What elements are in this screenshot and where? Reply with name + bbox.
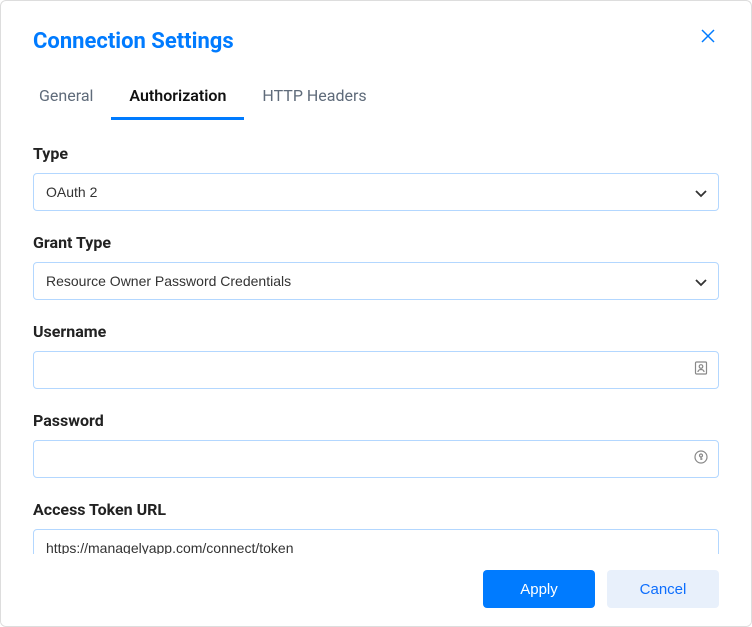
dialog-footer: Apply Cancel <box>1 554 751 626</box>
close-button[interactable] <box>697 25 719 51</box>
dialog-title: Connection Settings <box>33 29 234 54</box>
password-input[interactable] <box>33 440 719 478</box>
field-password: Password <box>33 411 719 478</box>
tab-http-headers[interactable]: HTTP Headers <box>244 76 384 120</box>
field-grant-type: Grant Type Resource Owner Password Crede… <box>33 233 719 300</box>
close-icon <box>701 29 715 43</box>
password-label: Password <box>33 411 719 430</box>
username-input-wrapper <box>33 351 719 389</box>
cancel-button[interactable]: Cancel <box>607 570 719 608</box>
dialog-header: Connection Settings <box>1 1 751 54</box>
tab-general[interactable]: General <box>33 76 111 120</box>
apply-button[interactable]: Apply <box>483 570 595 608</box>
grant-type-label: Grant Type <box>33 233 719 252</box>
grant-type-select-wrapper: Resource Owner Password Credentials <box>33 262 719 300</box>
dialog-content: Type OAuth 2 Grant Type Resource Owner P… <box>1 120 751 577</box>
username-label: Username <box>33 322 719 341</box>
grant-type-select[interactable]: Resource Owner Password Credentials <box>33 262 719 300</box>
username-input[interactable] <box>33 351 719 389</box>
field-type: Type OAuth 2 <box>33 144 719 211</box>
type-select[interactable]: OAuth 2 <box>33 173 719 211</box>
field-username: Username <box>33 322 719 389</box>
tabs: General Authorization HTTP Headers <box>1 54 751 120</box>
access-token-url-label: Access Token URL <box>33 500 719 519</box>
connection-settings-dialog: Connection Settings General Authorizatio… <box>0 0 752 627</box>
tab-authorization[interactable]: Authorization <box>111 76 244 120</box>
type-select-wrapper: OAuth 2 <box>33 173 719 211</box>
type-label: Type <box>33 144 719 163</box>
password-input-wrapper <box>33 440 719 478</box>
